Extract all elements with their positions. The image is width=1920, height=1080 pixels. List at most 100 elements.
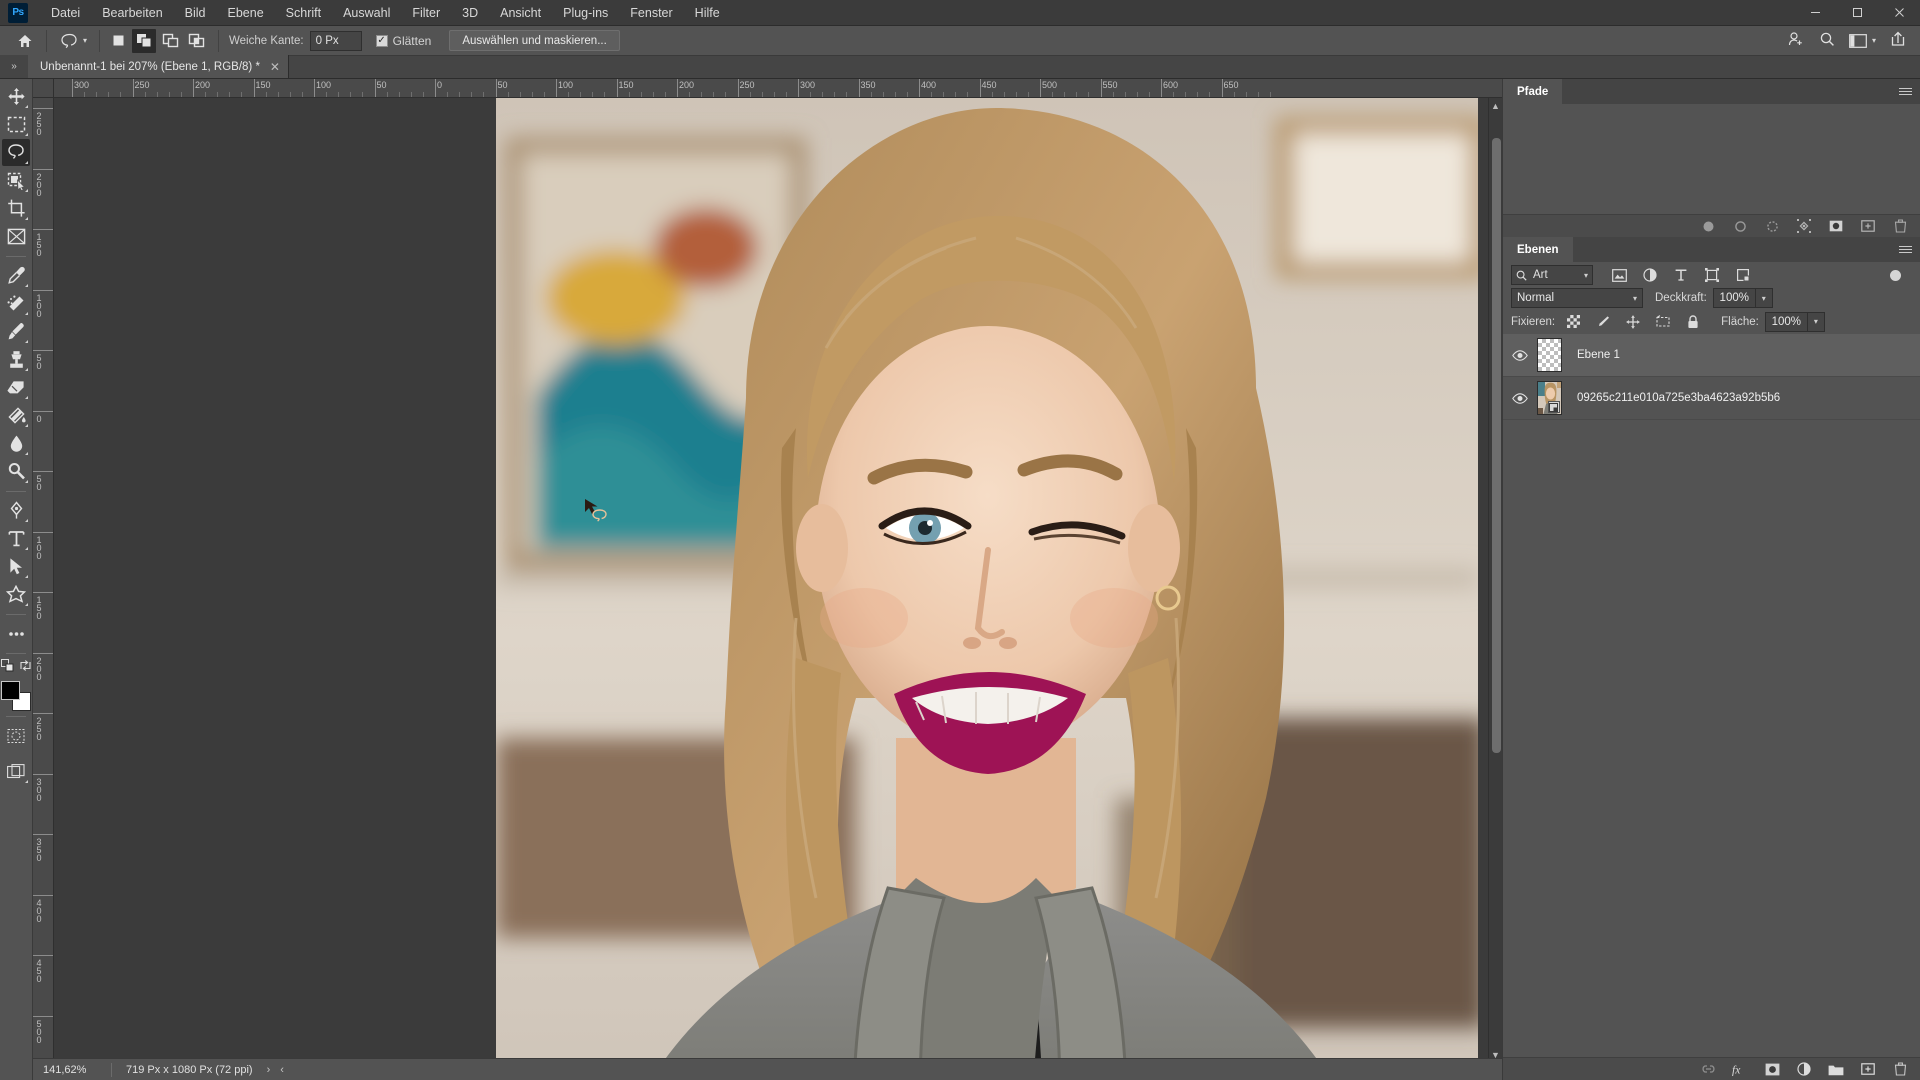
status-expand-icon[interactable]: › [267,1064,271,1076]
eyedropper-tool[interactable] [2,262,30,289]
paths-panel-menu-icon[interactable] [1899,86,1912,97]
intersect-with-selection-button[interactable] [184,29,208,53]
vertical-scroll-thumb[interactable] [1492,138,1501,753]
add-to-selection-button[interactable] [132,28,157,53]
lock-position-icon[interactable] [1625,314,1641,330]
tab-paths[interactable]: Pfade [1503,79,1563,104]
subtract-from-selection-button[interactable] [158,29,182,53]
lock-image-pixels-icon[interactable] [1595,314,1611,330]
object-selection-tool[interactable] [2,167,30,194]
document-canvas[interactable] [496,98,1478,1080]
home-icon[interactable] [10,28,40,54]
load-as-selection-icon[interactable] [1764,218,1780,234]
filter-adjustment-icon[interactable] [1642,267,1658,283]
scroll-up-arrow[interactable]: ▲ [1489,98,1502,114]
horizontal-type-tool[interactable] [2,525,30,552]
lock-all-icon[interactable] [1685,314,1701,330]
swap-colors-icon[interactable] [19,659,32,675]
filter-smart-object-icon[interactable] [1735,267,1751,283]
stroke-path-icon[interactable] [1732,218,1748,234]
canvas-area[interactable] [54,98,1502,1080]
fill-path-icon[interactable] [1700,218,1716,234]
layer-thumbnail[interactable] [1531,380,1567,416]
dodge-tool[interactable] [2,458,30,485]
lock-transparent-pixels-icon[interactable] [1565,314,1581,330]
menu-item-ebene[interactable]: Ebene [217,0,275,26]
pen-tool[interactable] [2,497,30,524]
share-user-icon[interactable] [1787,31,1805,50]
tool-preset-picker[interactable]: ▾ [53,29,93,53]
delete-layer-icon[interactable] [1892,1061,1908,1077]
gradient-tool[interactable] [2,402,30,429]
filter-pixel-icon[interactable] [1611,267,1627,283]
path-selection-tool[interactable] [2,553,30,580]
workspace-icon[interactable]: ▾ [1849,33,1876,48]
menu-item-filter[interactable]: Filter [401,0,451,26]
layer-list[interactable]: Ebene 1 09265c211e010a725e3ba4623a92b5b6 [1503,334,1920,1057]
layer-thumbnail[interactable] [1531,337,1567,373]
add-mask-icon[interactable] [1828,218,1844,234]
filter-shape-icon[interactable] [1704,267,1720,283]
search-icon[interactable] [1819,31,1835,50]
menu-item-bearbeiten[interactable]: Bearbeiten [91,0,173,26]
menu-item-plug-ins[interactable]: Plug-ins [552,0,619,26]
filter-kind-select[interactable]: Art ▾ [1511,265,1593,285]
new-selection-button[interactable] [106,29,130,53]
move-tool[interactable] [2,83,30,110]
menu-item-3d[interactable]: 3D [451,0,489,26]
filter-type-icon[interactable] [1673,267,1689,283]
new-layer-icon[interactable] [1860,1061,1876,1077]
custom-shape-tool[interactable] [2,581,30,608]
vertical-ruler[interactable]: 250 200 150 100 50 0 50 100 150 200 250 300 350 400 45… [33,98,54,1080]
default-colors-icon[interactable] [0,659,14,675]
minimize-button[interactable] [1794,0,1836,26]
foreground-color-swatch[interactable] [1,681,20,700]
close-tab-icon[interactable]: ✕ [270,60,280,74]
lasso-tool[interactable] [2,139,30,166]
layer-row[interactable]: 09265c211e010a725e3ba4623a92b5b6 [1503,377,1920,420]
horizontal-ruler[interactable]: 300 250 200 150 100 50 0 50 100 150 200 250 300 350 40… [54,79,1502,98]
antialias-checkbox[interactable]: ✓ Glätten [375,34,431,48]
blur-tool[interactable] [2,430,30,457]
close-button[interactable] [1878,0,1920,26]
menu-item-datei[interactable]: Datei [40,0,91,26]
status-collapse-icon[interactable]: ‹ [280,1064,284,1076]
paths-list[interactable] [1503,104,1920,214]
layer-row[interactable]: Ebene 1 [1503,334,1920,377]
menu-item-ansicht[interactable]: Ansicht [489,0,552,26]
screen-mode-icon[interactable] [2,758,30,785]
make-work-path-icon[interactable] [1796,218,1812,234]
export-icon[interactable] [1890,31,1906,50]
rectangular-marquee-tool[interactable] [2,111,30,138]
frame-tool[interactable] [2,223,30,250]
opacity-value[interactable]: 100% [1712,288,1756,308]
ruler-corner[interactable] [33,79,54,98]
delete-path-icon[interactable] [1892,218,1908,234]
layer-visibility-icon[interactable] [1509,377,1531,420]
spot-healing-brush-tool[interactable] [2,290,30,317]
menu-item-bild[interactable]: Bild [174,0,217,26]
clone-stamp-tool[interactable] [2,346,30,373]
new-fill-adjustment-icon[interactable] [1796,1061,1812,1077]
document-tab[interactable]: Unbenannt-1 bei 207% (Ebene 1, RGB/8) * … [28,55,289,78]
crop-tool[interactable] [2,195,30,222]
tab-layers[interactable]: Ebenen [1503,237,1573,262]
layer-style-fx-icon[interactable]: fx [1732,1061,1748,1077]
fill-value[interactable]: 100% [1764,311,1808,332]
new-group-icon[interactable] [1828,1061,1844,1077]
menu-item-fenster[interactable]: Fenster [619,0,683,26]
lock-artboard-nesting-icon[interactable] [1655,314,1671,330]
link-layers-icon[interactable] [1700,1061,1716,1077]
layers-panel-menu-icon[interactable] [1899,244,1912,255]
collapse-panels-icon[interactable]: » [0,55,28,78]
quick-mask-icon[interactable] [2,722,30,749]
menu-item-hilfe[interactable]: Hilfe [684,0,731,26]
opacity-slider-chevron-icon[interactable]: ▾ [1755,288,1773,308]
layer-visibility-icon[interactable] [1509,334,1531,377]
edit-toolbar-tool[interactable] [2,620,30,647]
canvas-vertical-scrollbar[interactable]: ▲ ▼ [1488,98,1502,1063]
maximize-button[interactable] [1836,0,1878,26]
fill-slider-chevron-icon[interactable]: ▾ [1807,311,1825,332]
add-layer-mask-icon[interactable] [1764,1061,1780,1077]
brush-tool[interactable] [2,318,30,345]
